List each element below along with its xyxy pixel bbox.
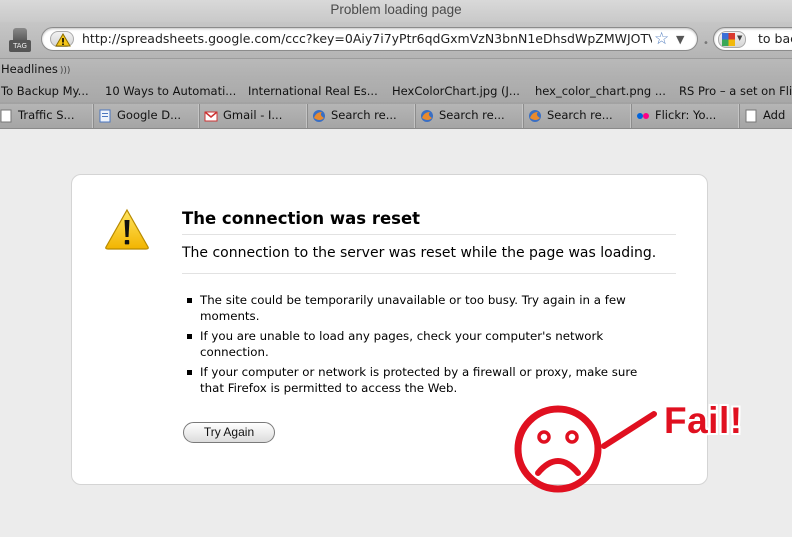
try-again-button[interactable]: Try Again (183, 422, 275, 443)
tab-label: Flickr: Yo... (655, 108, 717, 122)
headlines-label: Headlines (1, 62, 58, 76)
url-bar[interactable]: http://spreadsheets.google.com/ccc?key=0… (41, 27, 698, 51)
page-content: The connection was reset The connection … (0, 129, 792, 537)
warning-icon (105, 208, 149, 250)
google-icon (722, 33, 735, 46)
tab-label: Search re... (547, 108, 613, 122)
tag-label: TAG (9, 40, 31, 52)
toolbar-separator-icon: • (703, 38, 709, 49)
warning-icon (55, 33, 71, 47)
list-item: The site could be temporarily unavailabl… (184, 293, 654, 324)
navigation-toolbar: TAG http://spreadsheets.google.com/ccc?k… (0, 22, 792, 58)
tab-gmail[interactable]: Gmail - I... (199, 104, 307, 128)
firefox-icon (313, 110, 325, 122)
error-title: The connection was reset (182, 209, 676, 235)
bookmark-link[interactable]: 10 Ways to Automati... (105, 84, 236, 98)
search-dropdown-icon: ▼ (737, 34, 743, 42)
sad-face-icon (514, 405, 602, 493)
search-input[interactable]: to bac (758, 30, 792, 48)
window-title: Problem loading page (330, 2, 462, 17)
search-engine-selector[interactable]: ▼ (718, 31, 746, 48)
firefox-icon (421, 110, 433, 122)
page-icon (0, 109, 12, 123)
tab-label: Search re... (331, 108, 397, 122)
tab-traffic[interactable]: Traffic S... (0, 104, 93, 128)
tab-add[interactable]: Add (739, 104, 792, 128)
bookmark-star-icon[interactable]: ☆ (654, 29, 669, 49)
rss-icon: ))) (59, 66, 71, 76)
tag-icon (13, 28, 27, 40)
bookmarks-toolbar-headlines: Headlines))) (0, 58, 792, 80)
url-dropdown-icon[interactable]: ▼ (676, 30, 684, 50)
google-docs-icon (99, 109, 111, 123)
tag-button[interactable]: TAG (9, 28, 31, 53)
fail-annotation: Fail! (664, 400, 743, 441)
error-description: The connection to the server was reset w… (182, 245, 676, 274)
bookmark-link[interactable]: RS Pro – a set on Fli (679, 84, 792, 98)
headlines-bookmark[interactable]: Headlines))) (1, 62, 70, 76)
list-item: If you are unable to load any pages, che… (184, 329, 654, 360)
tab-google-docs[interactable]: Google D... (93, 104, 199, 128)
tab-flickr[interactable]: Flickr: Yo... (631, 104, 739, 128)
tab-label: Add (763, 108, 786, 122)
error-suggestions: The site could be temporarily unavailabl… (184, 293, 654, 401)
tab-search-results[interactable]: Search re... (415, 104, 523, 128)
annotation-pointer-line (601, 411, 657, 449)
tab-label: Search re... (439, 108, 505, 122)
gmail-icon (204, 111, 218, 122)
bookmark-link[interactable]: HexColorChart.jpg (J... (392, 84, 520, 98)
bookmarks-toolbar: To Backup My... 10 Ways to Automati... I… (0, 80, 792, 102)
search-bar[interactable]: ▼ to bac (713, 27, 792, 51)
tab-bar: Traffic S... Google D... Gmail - I... Se… (0, 102, 792, 129)
tab-search-results[interactable]: Search re... (307, 104, 415, 128)
tab-label: Google D... (117, 108, 182, 122)
bookmark-link[interactable]: To Backup My... (1, 84, 89, 98)
page-icon (745, 109, 757, 123)
bookmark-link[interactable]: International Real Es... (248, 84, 378, 98)
flickr-icon (637, 113, 649, 119)
tab-search-results[interactable]: Search re... (523, 104, 631, 128)
list-item: If your computer or network is protected… (184, 365, 654, 396)
tab-label: Traffic S... (18, 108, 75, 122)
bookmark-link[interactable]: hex_color_chart.png ... (535, 84, 666, 98)
window-title-bar: Problem loading page (0, 0, 792, 22)
url-input[interactable]: http://spreadsheets.google.com/ccc?key=0… (82, 30, 652, 48)
tab-label: Gmail - I... (223, 108, 283, 122)
firefox-icon (529, 110, 541, 122)
site-identity-button[interactable] (50, 31, 74, 47)
